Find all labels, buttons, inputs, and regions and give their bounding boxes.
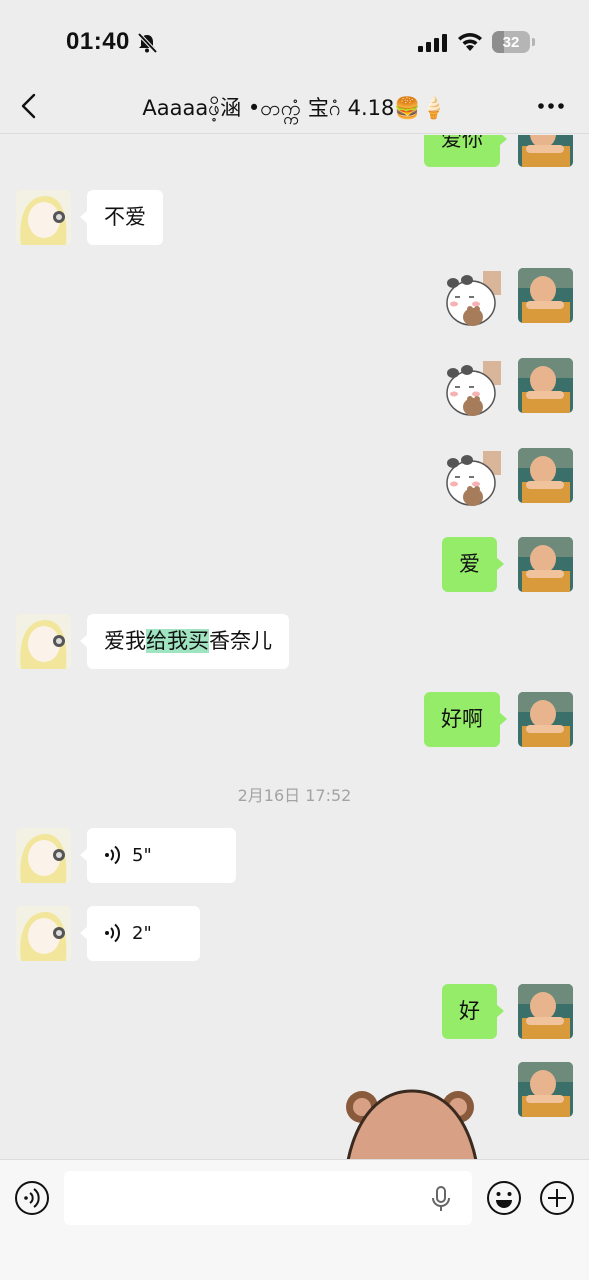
avatar-me[interactable] [518,537,573,592]
avatar-contact[interactable] [16,190,71,245]
search-highlight: 给我买 [146,629,209,653]
avatar-me[interactable] [518,448,573,503]
nav-bar: Aaaaaဖိ့涵 •တက္ကံ 宝ဂံ 4.18🍔🍦 [0,80,589,134]
battery-level-text: 32 [502,33,520,51]
avatar-contact[interactable] [16,906,71,961]
message-bubble-outgoing[interactable]: 爱 [442,537,504,592]
more-icon[interactable] [537,102,565,110]
wifi-icon [458,33,482,51]
voice-wave-icon [105,845,121,864]
avatar-contact[interactable] [16,614,71,669]
chat-message-list[interactable]: 爱你 不爱 爱 爱我给我买香奈儿 好啊 2月16日 17:52 5" 2" 好 [0,135,589,1159]
message-bubble-outgoing[interactable]: 好啊 [424,692,507,747]
avatar-me[interactable] [518,135,573,167]
status-time: 01:40 [66,28,130,55]
emoji-icon[interactable] [486,1180,522,1216]
bell-muted-icon [137,32,158,54]
battery-indicator: 32 [492,31,535,53]
avatar-me[interactable] [518,984,573,1039]
avatar-me[interactable] [518,1062,573,1117]
message-bubble-incoming[interactable]: 不爱 [80,190,163,245]
input-bar [0,1159,589,1280]
voice-duration: 2" [132,923,152,944]
avatar-me[interactable] [518,358,573,413]
panda-cat-sticker[interactable] [443,449,503,509]
message-text: 香奈儿 [209,629,272,653]
message-timestamp: 2月16日 17:52 [237,786,352,805]
brown-bear-sticker[interactable] [340,1085,486,1159]
signal-icon [418,34,447,52]
message-bubble-outgoing[interactable]: 爱你 [424,135,507,167]
mic-icon[interactable] [430,1186,452,1212]
avatar-contact[interactable] [16,828,71,883]
status-bar: 01:40 32 [0,0,589,80]
chat-title: Aaaaaဖိ့涵 •တက္ကံ 宝ဂံ 4.18🍔🍦 [142,96,447,120]
avatar-me[interactable] [518,692,573,747]
plus-icon[interactable] [539,1180,575,1216]
back-icon[interactable] [18,92,40,120]
voice-duration: 5" [132,845,152,866]
message-bubble-outgoing[interactable]: 好 [442,984,504,1039]
avatar-me[interactable] [518,268,573,323]
panda-cat-sticker[interactable] [443,269,503,329]
message-bubble-incoming[interactable]: 爱我给我买香奈儿 [80,614,289,669]
voice-message[interactable]: 5" [80,828,236,883]
voice-wave-icon [105,923,121,942]
message-text: 爱我 [104,629,146,653]
message-input[interactable] [64,1171,472,1225]
panda-cat-sticker[interactable] [443,359,503,419]
voice-message[interactable]: 2" [80,906,200,961]
voice-toggle-icon[interactable] [14,1180,50,1216]
